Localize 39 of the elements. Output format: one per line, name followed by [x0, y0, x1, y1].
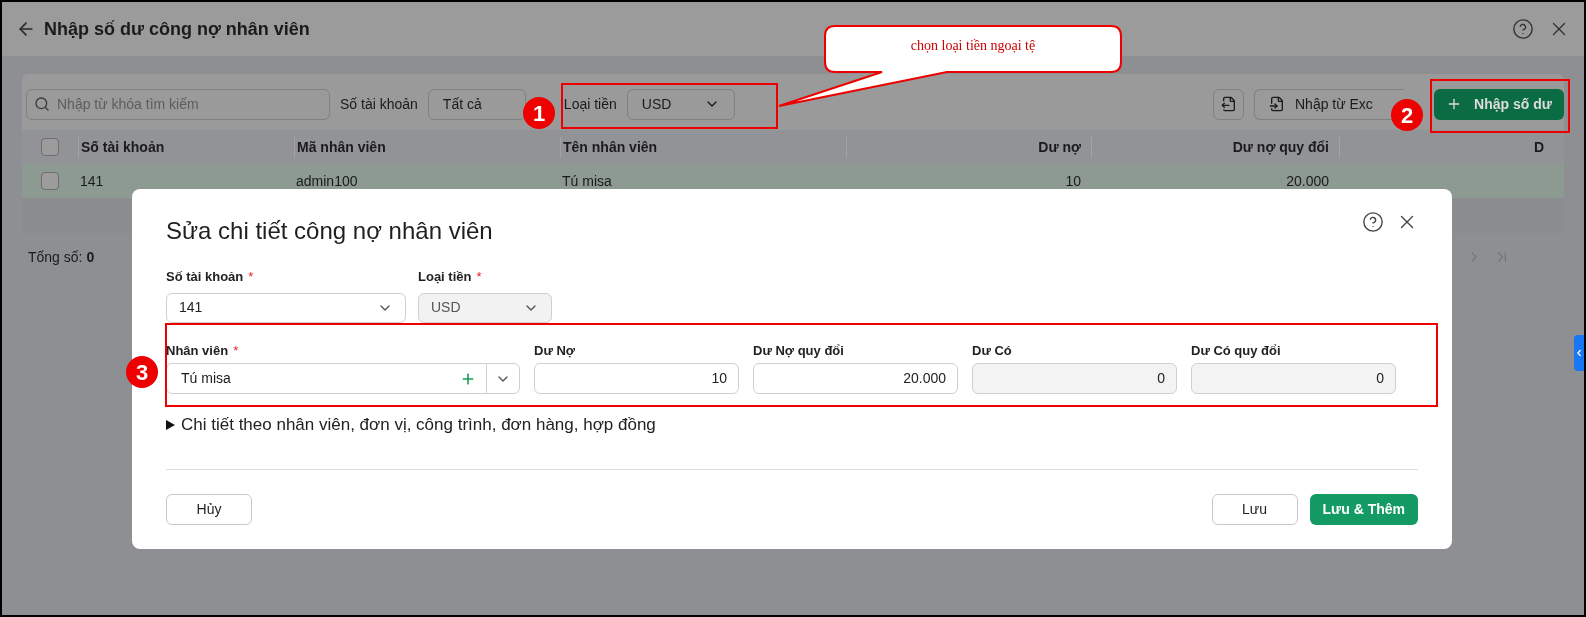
column-header: Tên nhân viên [560, 136, 846, 158]
employee-combobox[interactable]: Tú misa [166, 363, 520, 394]
amount-field[interactable]: 10 [534, 363, 739, 394]
field-label: Loại tiền [418, 268, 472, 286]
currency-filter-select[interactable]: USD [626, 88, 735, 120]
table-cell-text: 141 [79, 171, 105, 191]
total-count: Tổng số: 0 [28, 247, 95, 267]
currency-filter-label: Loại tiền [563, 94, 617, 114]
select-field[interactable]: 141 [166, 292, 406, 323]
page-title: Nhập số dư công nợ nhân viên [44, 17, 310, 41]
column-header: Dư nợ quy đổi [1091, 136, 1339, 158]
callout-text: chọn loại tiền ngoại tệ [909, 37, 1037, 55]
cancel-button[interactable]: Hủy [166, 494, 252, 525]
field-label: Số tài khoản [166, 268, 244, 286]
column-header: Số tài khoản [78, 136, 294, 158]
account-filter-label: Số tài khoản [340, 94, 418, 114]
save-and-add-button[interactable]: Lưu & Thêm [1309, 494, 1418, 525]
add-balance-button[interactable]: Nhập số dư [1434, 88, 1564, 120]
dialog-title: Sửa chi tiết công nợ nhân viên [166, 216, 493, 246]
save-button[interactable]: Lưu [1211, 494, 1298, 525]
field-label: Dư Có [972, 341, 1012, 360]
field-label: Dư Có quy đổi [1191, 341, 1281, 360]
column-header: D [1339, 136, 1554, 158]
amount-field[interactable]: 20.000 [753, 363, 958, 394]
required-mark: * [476, 268, 482, 286]
table-cell-text: 10 [1064, 171, 1082, 191]
table-cell-text: Tú misa [561, 171, 613, 191]
details-toggle[interactable]: Chi tiết theo nhân viên, đơn vị, công trình, đơn hàng, hợp đồng [166, 412, 656, 438]
step-marker: 3 [126, 356, 158, 388]
table-cell-text: 20.000 [1285, 171, 1330, 191]
search-field[interactable]: Nhập từ khóa tìm kiếm [26, 88, 330, 120]
column-header: Dư nợ [846, 136, 1091, 158]
required-mark: * [233, 341, 239, 360]
field-label: Dư Nợ quy đổi [753, 341, 844, 360]
field-label: Dư Nợ [534, 341, 576, 360]
table-cell-text: admin100 [295, 171, 359, 191]
column-header: Mã nhân viên [294, 136, 560, 158]
required-mark: * [248, 268, 254, 286]
field-label: Nhân viên [166, 341, 229, 360]
